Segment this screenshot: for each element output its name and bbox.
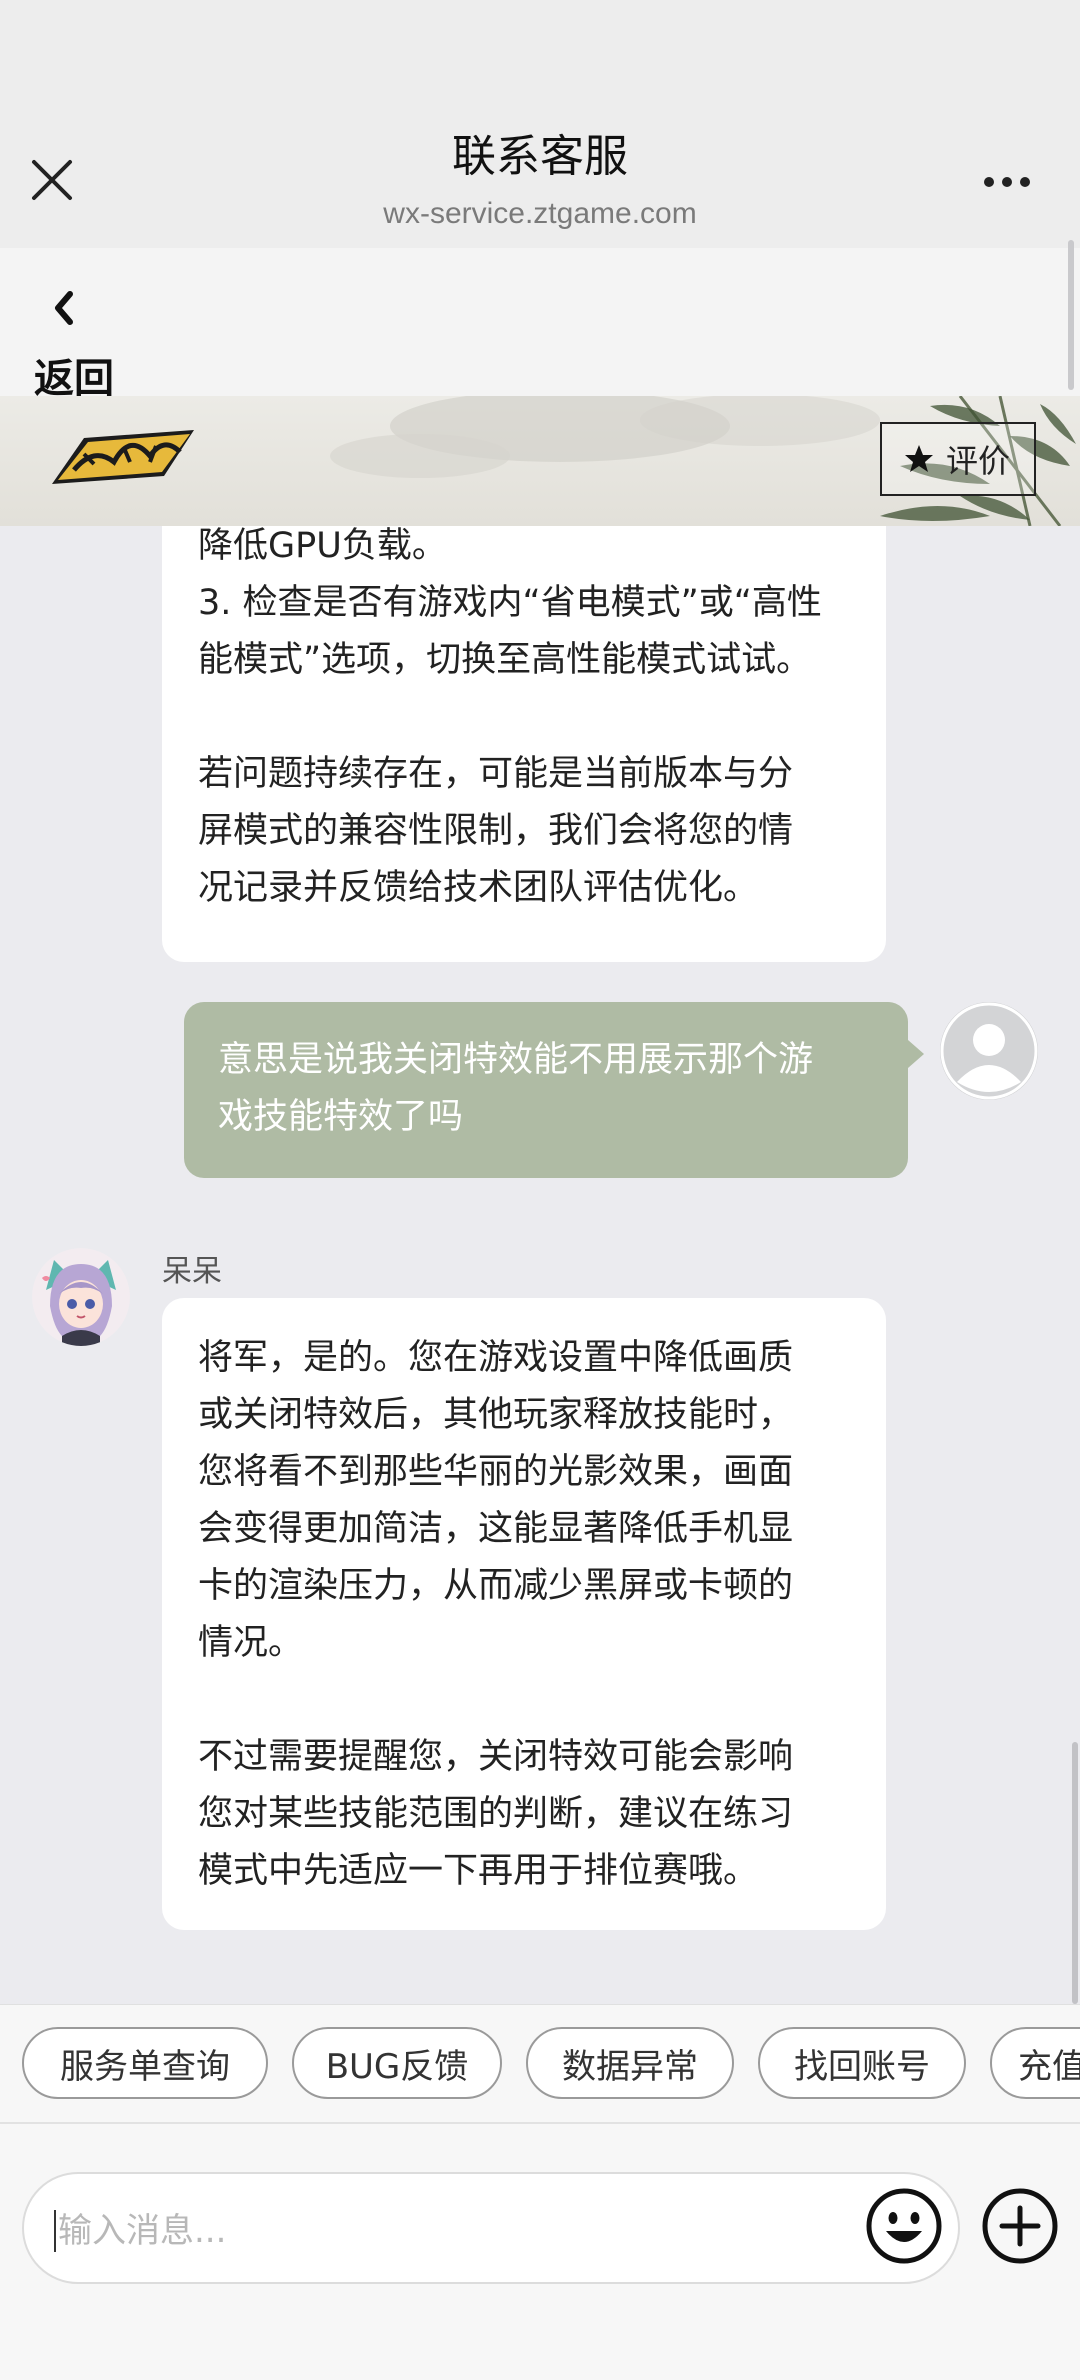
scrollbar-thumb[interactable]: [1072, 1742, 1078, 2004]
more-options-button[interactable]: [980, 170, 1040, 194]
message-line: 情况。: [198, 1623, 304, 1663]
message-line: 3. 检查是否有游戏内“省电模式”或“高性: [198, 583, 822, 623]
page-title: 联系客服: [452, 131, 628, 182]
message-line: 您对某些技能范围的判断，建议在练习: [198, 1794, 794, 1834]
agent-message-bubble: 降低GPU负载。 3. 检查是否有游戏内“省电模式”或“高性 能模式”选项，切换…: [162, 526, 886, 962]
quick-reply-bar[interactable]: 服务单查询 BUG反馈 数据异常 找回账号 充值: [0, 2004, 1080, 2123]
message-line: 模式中先适应一下再用于排位赛哦。: [198, 1851, 759, 1891]
quick-reply-recharge[interactable]: 充值: [990, 2027, 1080, 2099]
quick-reply-bug-report[interactable]: BUG反馈: [292, 2027, 502, 2099]
agent-message-bubble: 将军，是的。您在游戏设置中降低画质 或关闭特效后，其他玩家释放技能时， 您将看不…: [162, 1298, 886, 1930]
message-line: 屏模式的兼容性限制，我们会将您的情: [198, 811, 794, 851]
emoji-button[interactable]: [864, 2186, 944, 2266]
page-domain: wx-service.ztgame.com: [383, 197, 697, 230]
more-dots-icon: [984, 177, 994, 187]
user-avatar[interactable]: [940, 1002, 1038, 1100]
message-line: 将军，是的。您在游戏设置中降低画质: [198, 1338, 794, 1378]
anime-girl-avatar-icon: [32, 1248, 130, 1346]
message-line: 若问题持续存在，可能是当前版本与分: [198, 754, 794, 794]
message-line: 戏技能特效了吗: [218, 1097, 464, 1137]
message-line: 不过需要提醒您，关闭特效可能会影响: [198, 1737, 794, 1777]
input-bar: [0, 2122, 1080, 2380]
game-banner: 评价: [0, 396, 1080, 526]
message-line: 或关闭特效后，其他玩家释放技能时，: [198, 1395, 794, 1435]
scrollbar-thumb[interactable]: [1068, 240, 1074, 390]
smiley-icon: [866, 2188, 942, 2264]
message-input[interactable]: [56, 2194, 840, 2268]
message-line: 会变得更加简洁，这能显著降低手机显: [198, 1509, 794, 1549]
agent-avatar[interactable]: [32, 1248, 130, 1346]
agent-name: 呆呆: [162, 1254, 222, 1289]
webview-titlebar: 联系客服 wx-service.ztgame.com: [0, 0, 1080, 248]
game-logo: [52, 430, 194, 484]
message-line: 您将看不到那些华丽的光影效果，画面: [198, 1452, 794, 1492]
message-line: 降低GPU负载。: [198, 526, 447, 566]
quick-reply-data-anomaly[interactable]: 数据异常: [526, 2027, 734, 2099]
plus-circle-icon: [982, 2188, 1058, 2264]
quick-reply-recover-account[interactable]: 找回账号: [758, 2027, 966, 2099]
user-message-bubble: 意思是说我关闭特效能不用展示那个游 戏技能特效了吗: [184, 1002, 924, 1178]
message-line: 能模式”选项，切换至高性能模式试试。: [198, 640, 812, 680]
title-block: 联系客服 wx-service.ztgame.com: [240, 128, 840, 234]
message-input-box[interactable]: [22, 2172, 960, 2284]
back-bar: 返回: [0, 248, 1080, 402]
chat-area[interactable]: 降低GPU负载。 3. 检查是否有游戏内“省电模式”或“高性 能模式”选项，切换…: [0, 526, 1080, 2004]
person-icon: [940, 1002, 1038, 1100]
back-button[interactable]: 返回: [34, 268, 134, 402]
quick-reply-service-order[interactable]: 服务单查询: [22, 2027, 268, 2099]
message-line: 卡的渲染压力，从而减少黑屏或卡顿的: [198, 1566, 794, 1606]
rate-label: 评价: [946, 442, 1011, 480]
star-icon: [905, 445, 933, 472]
message-line: 况记录并反馈给技术团队评估优化。: [198, 868, 759, 908]
close-button[interactable]: [24, 152, 80, 208]
rate-button[interactable]: 评价: [880, 422, 1036, 496]
close-icon: [32, 160, 72, 200]
message-line: 意思是说我关闭特效能不用展示那个游: [218, 1040, 814, 1080]
chevron-left-icon: [55, 291, 73, 325]
add-attachment-button[interactable]: [980, 2186, 1060, 2266]
